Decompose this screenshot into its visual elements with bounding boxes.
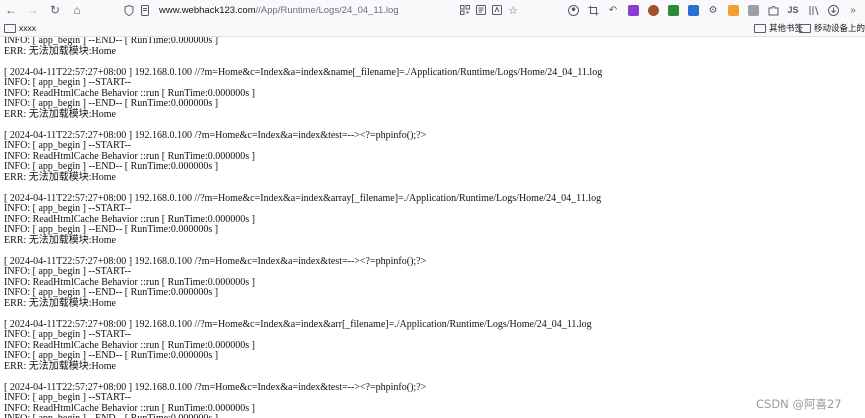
- page-info-icon[interactable]: [137, 1, 153, 19]
- bookmark-folder-mobile[interactable]: 移动设备上的书签: [799, 22, 865, 34]
- log-line: INFO: ReadHtmlCache Behavior ::run [ Run…: [4, 402, 255, 414]
- log-line: [ 2024-04-11T22:57:27+08:00 ] 192.168.0.…: [4, 192, 602, 204]
- log-line: ERR: 无法加载模块:Home: [4, 297, 116, 309]
- folder-icon: [754, 23, 766, 33]
- log-line: INFO: [ app_begin ] --END-- [ RunTime:0.…: [4, 98, 219, 109]
- overflow-chevrons-icon[interactable]: »: [843, 1, 863, 19]
- url-text[interactable]: www.webhack123.com//App/Runtime/Logs/24_…: [159, 5, 399, 16]
- log-line: INFO: ReadHtmlCache Behavior ::run [ Run…: [4, 87, 255, 99]
- log-line: ERR: 无法加载模块:Home: [4, 45, 116, 57]
- log-content: INFO: [ app_begin ] --END-- [ RunTime:0.…: [0, 37, 865, 418]
- translate-icon[interactable]: [489, 1, 505, 19]
- watermark: CSDN @阿喜27: [756, 397, 842, 411]
- back-icon[interactable]: ←: [0, 0, 22, 20]
- log-line: [ 2024-04-11T22:57:27+08:00 ] 192.168.0.…: [4, 129, 427, 141]
- log-line: INFO: [ app_begin ] --END-- [ RunTime:0.…: [4, 287, 219, 298]
- log-line: INFO: ReadHtmlCache Behavior ::run [ Run…: [4, 339, 255, 351]
- download-icon[interactable]: [823, 1, 843, 19]
- forward-icon[interactable]: →: [22, 0, 44, 20]
- gear-icon[interactable]: ⚙: [703, 1, 723, 19]
- log-line: ERR: 无法加载模块:Home: [4, 171, 116, 183]
- js-toggle-icon[interactable]: JS: [783, 1, 803, 19]
- log-line: INFO: ReadHtmlCache Behavior ::run [ Run…: [4, 276, 255, 288]
- undo-arrow-icon[interactable]: ↶: [603, 1, 623, 19]
- bookmark-folder-label: xxxx: [19, 23, 36, 33]
- shield-icon[interactable]: [121, 1, 137, 19]
- reader-view-icon[interactable]: [473, 1, 489, 19]
- cookie-icon[interactable]: [643, 1, 663, 19]
- log-line: INFO: [ app_begin ] --END-- [ RunTime:0.…: [4, 37, 219, 46]
- log-line: [ 2024-04-11T22:57:27+08:00 ] 192.168.0.…: [4, 381, 427, 393]
- extension-green-icon[interactable]: [663, 1, 683, 19]
- url-host: www.webhack123.com: [159, 4, 256, 16]
- bookmark-folder-xxxx[interactable]: xxxx: [4, 23, 36, 33]
- log-line: [ 2024-04-11T22:57:27+08:00 ] 192.168.0.…: [4, 318, 592, 330]
- address-bar[interactable]: www.webhack123.com//App/Runtime/Logs/24_…: [121, 1, 521, 19]
- log-line: INFO: ReadHtmlCache Behavior ::run [ Run…: [4, 150, 255, 162]
- log-line: INFO: [ app_begin ] --END-- [ RunTime:0.…: [4, 161, 219, 172]
- extensions-puzzle-icon[interactable]: [763, 1, 783, 19]
- log-line: ERR: 无法加载模块:Home: [4, 360, 116, 372]
- log-line: INFO: [ app_begin ] --START--: [4, 140, 132, 151]
- log-line: [ 2024-04-11T22:57:27+08:00 ] 192.168.0.…: [4, 255, 427, 267]
- log-line: INFO: ReadHtmlCache Behavior ::run [ Run…: [4, 213, 255, 225]
- log-line: ERR: 无法加载模块:Home: [4, 234, 116, 246]
- log-line: INFO: [ app_begin ] --START--: [4, 203, 132, 214]
- extension-gray-icon[interactable]: [743, 1, 763, 19]
- home-icon[interactable]: ⌂: [66, 0, 88, 20]
- log-line: ERR: 无法加载模块:Home: [4, 108, 116, 120]
- extension-orange-icon[interactable]: [723, 1, 743, 19]
- folder-icon: [4, 23, 16, 33]
- reload-icon[interactable]: ↻: [44, 0, 66, 20]
- bookmarks-toolbar: xxxx 其他书签 移动设备上的书签: [0, 20, 865, 37]
- log-line: INFO: [ app_begin ] --START--: [4, 266, 132, 277]
- bookmark-folder-other[interactable]: 其他书签: [754, 22, 803, 34]
- library-icon[interactable]: [803, 1, 823, 19]
- log-line: INFO: [ app_begin ] --START--: [4, 392, 132, 403]
- account-icon[interactable]: [563, 1, 583, 19]
- log-line: INFO: [ app_begin ] --END-- [ RunTime:0.…: [4, 414, 218, 418]
- screenshot-crop-icon[interactable]: [583, 1, 603, 19]
- bookmark-folder-label: 其他书签: [769, 23, 804, 33]
- bookmark-star-icon[interactable]: ☆: [505, 1, 521, 19]
- bookmark-folder-label: 移动设备上的书签: [814, 23, 865, 33]
- log-line: INFO: [ app_begin ] --END-- [ RunTime:0.…: [4, 224, 219, 235]
- url-path: //App/Runtime/Logs/24_04_11.log: [255, 4, 399, 16]
- extension-blue-icon[interactable]: [683, 1, 703, 19]
- log-line: INFO: [ app_begin ] --START--: [4, 77, 132, 88]
- qr-code-icon[interactable]: [457, 1, 473, 19]
- extension-purple-icon[interactable]: [623, 1, 643, 19]
- log-line: [ 2024-04-11T22:57:27+08:00 ] 192.168.0.…: [4, 66, 603, 78]
- log-line: INFO: [ app_begin ] --START--: [4, 329, 132, 340]
- log-line: INFO: [ app_begin ] --END-- [ RunTime:0.…: [4, 350, 219, 361]
- folder-icon: [799, 23, 811, 33]
- browser-toolbar: ← → ↻ ⌂ www.webhack123.com//App/Runtime/…: [0, 0, 865, 20]
